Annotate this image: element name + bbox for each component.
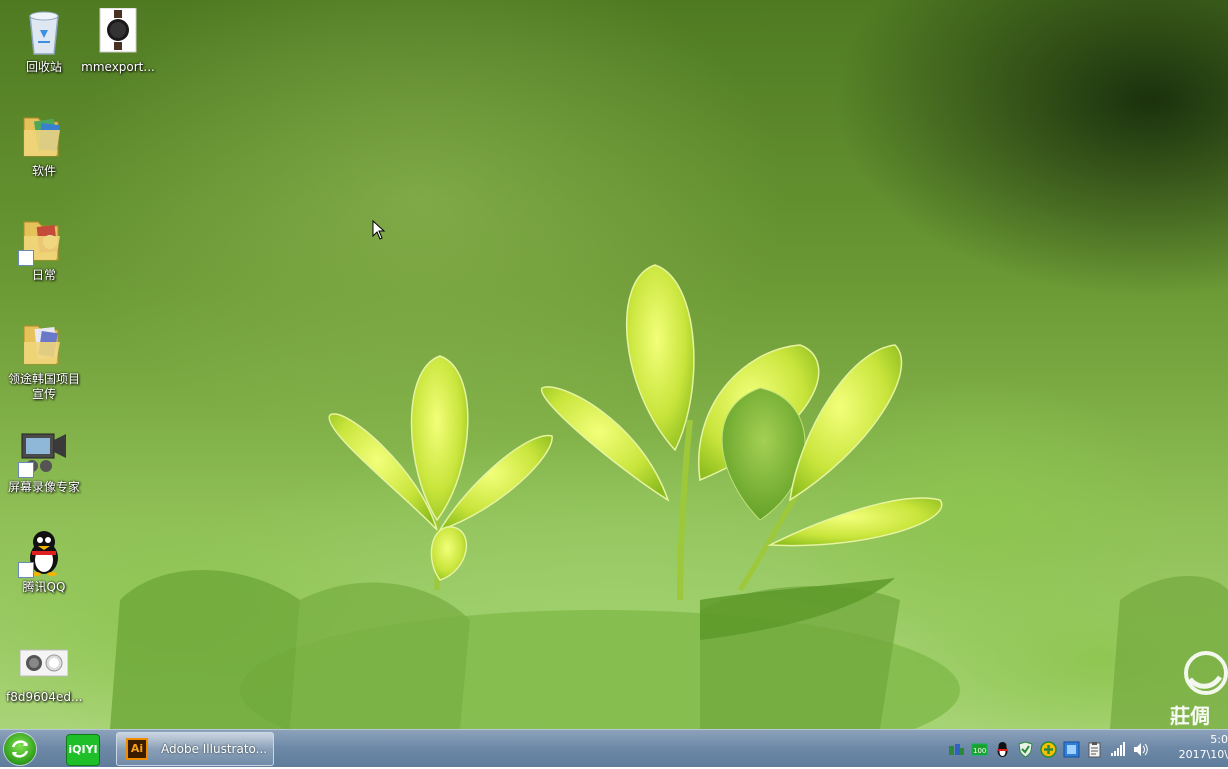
desktop-icon-label: 回收站 xyxy=(25,60,62,74)
desktop-icon-label: 软件 xyxy=(31,164,56,178)
desktop-icon-screen-recorder[interactable]: 屏幕录像专家 xyxy=(4,428,84,495)
desktop-icon-label: f8d9604ed... xyxy=(6,690,83,704)
folder-shortcut-icon xyxy=(18,216,68,266)
signal-bars-icon[interactable] xyxy=(1109,741,1126,758)
recycle-bin-icon xyxy=(20,8,68,56)
desktop-icon-software-folder[interactable]: 软件 xyxy=(4,112,84,179)
taskbar-pinned-iqiyi[interactable]: iQIYI xyxy=(66,734,100,766)
clipboard-icon[interactable] xyxy=(1086,741,1103,758)
start-orb-icon xyxy=(11,740,29,758)
shortcut-arrow-icon xyxy=(18,562,34,578)
desktop-icon-label: 日常 xyxy=(31,268,56,282)
network-status-icon[interactable] xyxy=(948,741,965,758)
task-label: Adobe Illustrato... xyxy=(161,742,268,756)
desktop-icon-mmexport[interactable]: mmexport... xyxy=(78,7,158,75)
screen-recorder-icon xyxy=(18,428,68,478)
desktop-icon-qq[interactable]: 腾讯QQ xyxy=(4,528,84,595)
desktop-icon-korea-project-folder[interactable]: 领途韩国项目宣传 xyxy=(4,320,84,402)
desktop-icon-daily-folder[interactable]: 日常 xyxy=(4,216,84,283)
battery-meter-icon[interactable]: 100 xyxy=(971,741,988,758)
shortcut-arrow-icon xyxy=(18,250,34,266)
svg-text:100: 100 xyxy=(973,747,986,755)
desktop-icon-label: 腾讯QQ xyxy=(22,580,66,594)
watermark-logo: 莊倜 xyxy=(1168,649,1228,729)
folder-icon xyxy=(20,320,68,368)
wallpaper-plant xyxy=(0,264,1228,729)
watermark-text: 莊倜 xyxy=(1170,704,1210,728)
desktop: 回收站 mmexport... 软件 日常 领途韩国项目宣传 屏幕录像专家 腾讯… xyxy=(0,0,1228,729)
system-tray: 100 xyxy=(948,740,1149,758)
illustrator-icon: Ai xyxy=(126,738,148,760)
plus-update-icon[interactable] xyxy=(1040,740,1057,758)
blue-app-icon[interactable] xyxy=(1063,741,1080,758)
desktop-icon-label: mmexport... xyxy=(81,60,155,74)
shortcut-arrow-icon xyxy=(18,462,34,478)
start-button[interactable] xyxy=(4,733,36,765)
volume-icon[interactable] xyxy=(1132,741,1149,758)
qq-tray-icon[interactable] xyxy=(994,741,1011,758)
desktop-icon-recycle-bin[interactable]: 回收站 xyxy=(4,8,84,75)
qq-penguin-icon xyxy=(18,528,68,578)
desktop-icon-image-file[interactable]: f8d9604ed... xyxy=(4,638,84,705)
taskbar-clock[interactable]: 5:0 2017\10\ xyxy=(1176,732,1228,762)
image-file-icon xyxy=(19,638,69,686)
iqiyi-icon: iQIYI xyxy=(68,743,98,756)
clock-date: 2017\10\ xyxy=(1178,748,1228,761)
desktop-icon-label: 领途韩国项目宣传 xyxy=(7,372,80,401)
desktop-icon-label: 屏幕录像专家 xyxy=(7,480,80,494)
folder-icon xyxy=(20,112,68,160)
watch-image-icon xyxy=(94,7,142,56)
taskbar: iQIYI Ai Adobe Illustrato... 100 5:0 201… xyxy=(0,729,1228,767)
clock-time: 5:0 xyxy=(1210,733,1228,746)
mouse-cursor-icon xyxy=(372,219,386,244)
taskbar-task-illustrator[interactable]: Ai Adobe Illustrato... xyxy=(116,732,274,766)
security-shield-icon[interactable] xyxy=(1017,740,1034,758)
